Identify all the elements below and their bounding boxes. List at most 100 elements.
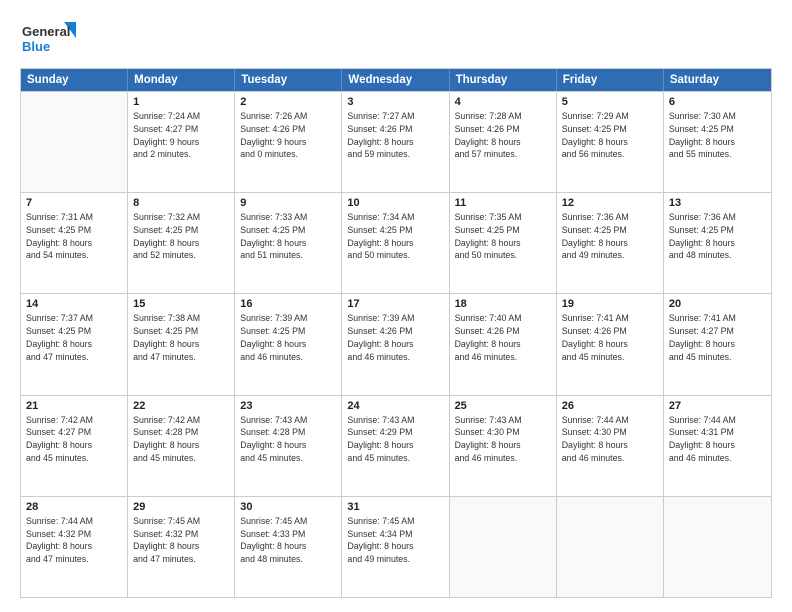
svg-text:Blue: Blue: [22, 39, 50, 54]
header-day-friday: Friday: [557, 69, 664, 91]
day-number: 14: [26, 298, 122, 310]
day-number: 29: [133, 501, 229, 513]
header-day-thursday: Thursday: [450, 69, 557, 91]
calendar: SundayMondayTuesdayWednesdayThursdayFrid…: [20, 68, 772, 598]
day-number: 27: [669, 400, 766, 412]
day-number: 17: [347, 298, 443, 310]
day-number: 2: [240, 96, 336, 108]
day-detail: Sunrise: 7:43 AMSunset: 4:29 PMDaylight:…: [347, 414, 443, 465]
day-number: 30: [240, 501, 336, 513]
day-detail: Sunrise: 7:44 AMSunset: 4:30 PMDaylight:…: [562, 414, 658, 465]
day-detail: Sunrise: 7:39 AMSunset: 4:26 PMDaylight:…: [347, 312, 443, 363]
day-detail: Sunrise: 7:35 AMSunset: 4:25 PMDaylight:…: [455, 211, 551, 262]
day-number: 6: [669, 96, 766, 108]
day-detail: Sunrise: 7:43 AMSunset: 4:30 PMDaylight:…: [455, 414, 551, 465]
day-detail: Sunrise: 7:37 AMSunset: 4:25 PMDaylight:…: [26, 312, 122, 363]
day-number: 23: [240, 400, 336, 412]
day-detail: Sunrise: 7:39 AMSunset: 4:25 PMDaylight:…: [240, 312, 336, 363]
logo-svg: GeneralBlue: [20, 18, 80, 58]
header-day-saturday: Saturday: [664, 69, 771, 91]
calendar-cell: 26 Sunrise: 7:44 AMSunset: 4:30 PMDayligh…: [557, 396, 664, 496]
day-detail: Sunrise: 7:44 AMSunset: 4:31 PMDaylight:…: [669, 414, 766, 465]
day-number: 25: [455, 400, 551, 412]
calendar-cell: [21, 92, 128, 192]
day-detail: Sunrise: 7:38 AMSunset: 4:25 PMDaylight:…: [133, 312, 229, 363]
day-number: 26: [562, 400, 658, 412]
calendar-row-2: 14 Sunrise: 7:37 AMSunset: 4:25 PMDayligh…: [21, 293, 771, 394]
day-detail: Sunrise: 7:45 AMSunset: 4:33 PMDaylight:…: [240, 515, 336, 566]
calendar-cell: 12 Sunrise: 7:36 AMSunset: 4:25 PMDayligh…: [557, 193, 664, 293]
day-number: 3: [347, 96, 443, 108]
day-number: 11: [455, 197, 551, 209]
calendar-cell: 10 Sunrise: 7:34 AMSunset: 4:25 PMDayligh…: [342, 193, 449, 293]
day-detail: Sunrise: 7:26 AMSunset: 4:26 PMDaylight:…: [240, 110, 336, 161]
logo: GeneralBlue: [20, 18, 80, 58]
calendar-cell: 19 Sunrise: 7:41 AMSunset: 4:26 PMDayligh…: [557, 294, 664, 394]
calendar-cell: 22 Sunrise: 7:42 AMSunset: 4:28 PMDayligh…: [128, 396, 235, 496]
day-detail: Sunrise: 7:32 AMSunset: 4:25 PMDaylight:…: [133, 211, 229, 262]
day-detail: Sunrise: 7:24 AMSunset: 4:27 PMDaylight:…: [133, 110, 229, 161]
day-number: 7: [26, 197, 122, 209]
calendar-cell: [664, 497, 771, 597]
day-number: 22: [133, 400, 229, 412]
day-number: 9: [240, 197, 336, 209]
calendar-row-3: 21 Sunrise: 7:42 AMSunset: 4:27 PMDayligh…: [21, 395, 771, 496]
day-detail: Sunrise: 7:42 AMSunset: 4:27 PMDaylight:…: [26, 414, 122, 465]
calendar-cell: 1 Sunrise: 7:24 AMSunset: 4:27 PMDaylight…: [128, 92, 235, 192]
day-detail: Sunrise: 7:36 AMSunset: 4:25 PMDaylight:…: [562, 211, 658, 262]
day-detail: Sunrise: 7:45 AMSunset: 4:32 PMDaylight:…: [133, 515, 229, 566]
calendar-cell: 27 Sunrise: 7:44 AMSunset: 4:31 PMDayligh…: [664, 396, 771, 496]
day-number: 31: [347, 501, 443, 513]
header: GeneralBlue: [20, 18, 772, 58]
calendar-cell: 2 Sunrise: 7:26 AMSunset: 4:26 PMDaylight…: [235, 92, 342, 192]
calendar-row-4: 28 Sunrise: 7:44 AMSunset: 4:32 PMDayligh…: [21, 496, 771, 597]
calendar-cell: 30 Sunrise: 7:45 AMSunset: 4:33 PMDayligh…: [235, 497, 342, 597]
day-detail: Sunrise: 7:27 AMSunset: 4:26 PMDaylight:…: [347, 110, 443, 161]
day-detail: Sunrise: 7:42 AMSunset: 4:28 PMDaylight:…: [133, 414, 229, 465]
calendar-cell: 9 Sunrise: 7:33 AMSunset: 4:25 PMDaylight…: [235, 193, 342, 293]
page: GeneralBlue SundayMondayTuesdayWednesday…: [0, 0, 792, 612]
day-number: 12: [562, 197, 658, 209]
day-detail: Sunrise: 7:41 AMSunset: 4:26 PMDaylight:…: [562, 312, 658, 363]
day-number: 28: [26, 501, 122, 513]
day-number: 15: [133, 298, 229, 310]
day-detail: Sunrise: 7:36 AMSunset: 4:25 PMDaylight:…: [669, 211, 766, 262]
calendar-cell: 5Sunrise: 7:29 AMSunset: 4:25 PMDaylight…: [557, 92, 664, 192]
day-number: 18: [455, 298, 551, 310]
day-number: 8: [133, 197, 229, 209]
day-detail: Sunrise: 7:44 AMSunset: 4:32 PMDaylight:…: [26, 515, 122, 566]
calendar-cell: 3 Sunrise: 7:27 AMSunset: 4:26 PMDaylight…: [342, 92, 449, 192]
calendar-cell: 6 Sunrise: 7:30 AMSunset: 4:25 PMDaylight…: [664, 92, 771, 192]
calendar-cell: 15 Sunrise: 7:38 AMSunset: 4:25 PMDayligh…: [128, 294, 235, 394]
calendar-cell: 29 Sunrise: 7:45 AMSunset: 4:32 PMDayligh…: [128, 497, 235, 597]
day-detail: Sunrise: 7:29 AMSunset: 4:25 PMDaylight:…: [562, 110, 658, 161]
calendar-cell: 25 Sunrise: 7:43 AMSunset: 4:30 PMDayligh…: [450, 396, 557, 496]
calendar-cell: 16Sunrise: 7:39 AMSunset: 4:25 PMDayligh…: [235, 294, 342, 394]
day-detail: Sunrise: 7:40 AMSunset: 4:26 PMDaylight:…: [455, 312, 551, 363]
day-number: 13: [669, 197, 766, 209]
day-number: 21: [26, 400, 122, 412]
header-day-monday: Monday: [128, 69, 235, 91]
day-detail: Sunrise: 7:30 AMSunset: 4:25 PMDaylight:…: [669, 110, 766, 161]
header-day-wednesday: Wednesday: [342, 69, 449, 91]
day-detail: Sunrise: 7:31 AMSunset: 4:25 PMDaylight:…: [26, 211, 122, 262]
day-detail: Sunrise: 7:33 AMSunset: 4:25 PMDaylight:…: [240, 211, 336, 262]
calendar-body: 1 Sunrise: 7:24 AMSunset: 4:27 PMDaylight…: [21, 91, 771, 597]
day-number: 19: [562, 298, 658, 310]
calendar-cell: 31 Sunrise: 7:45 AMSunset: 4:34 PMDayligh…: [342, 497, 449, 597]
calendar-cell: 7 Sunrise: 7:31 AMSunset: 4:25 PMDaylight…: [21, 193, 128, 293]
calendar-cell: 11 Sunrise: 7:35 AMSunset: 4:25 PMDayligh…: [450, 193, 557, 293]
header-day-tuesday: Tuesday: [235, 69, 342, 91]
calendar-cell: 24 Sunrise: 7:43 AMSunset: 4:29 PMDayligh…: [342, 396, 449, 496]
day-detail: Sunrise: 7:43 AMSunset: 4:28 PMDaylight:…: [240, 414, 336, 465]
calendar-cell: 4Sunrise: 7:28 AMSunset: 4:26 PMDaylight…: [450, 92, 557, 192]
calendar-cell: 8 Sunrise: 7:32 AMSunset: 4:25 PMDaylight…: [128, 193, 235, 293]
day-number: 24: [347, 400, 443, 412]
calendar-cell: 13 Sunrise: 7:36 AMSunset: 4:25 PMDayligh…: [664, 193, 771, 293]
day-detail: Sunrise: 7:45 AMSunset: 4:34 PMDaylight:…: [347, 515, 443, 566]
day-number: 10: [347, 197, 443, 209]
svg-text:General: General: [22, 24, 70, 39]
day-detail: Sunrise: 7:34 AMSunset: 4:25 PMDaylight:…: [347, 211, 443, 262]
day-number: 20: [669, 298, 766, 310]
day-number: 1: [133, 96, 229, 108]
